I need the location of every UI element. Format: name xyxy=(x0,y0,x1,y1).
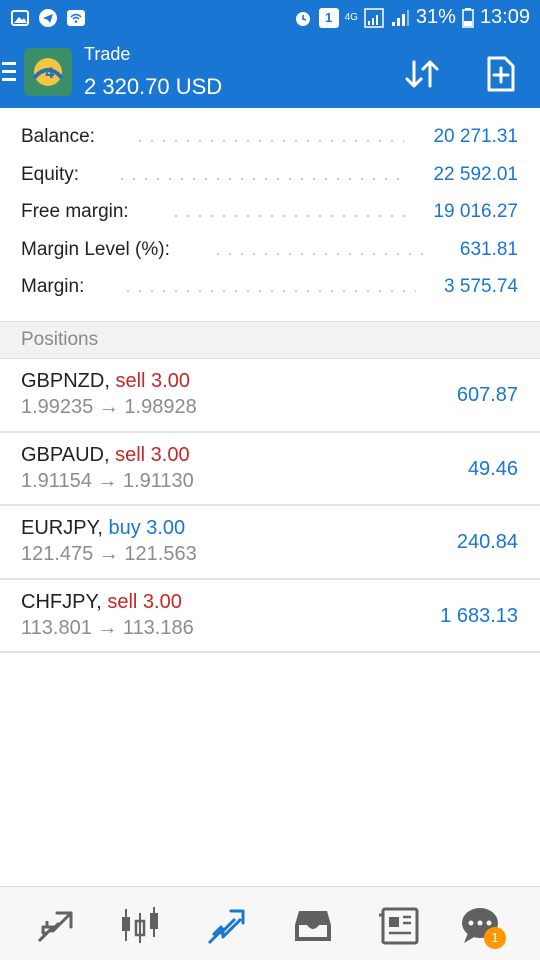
margin-label: Margin: xyxy=(21,276,85,297)
balance-value: 20 271.31 xyxy=(433,126,518,147)
clock: 13:09 xyxy=(479,6,530,28)
position-type: sell 3.00 xyxy=(115,370,190,392)
position-type: sell 3.00 xyxy=(107,590,182,613)
telegram-icon xyxy=(39,9,57,27)
summary-row-margin: Margin: 3 575.74 xyxy=(0,270,540,308)
signal-bars-icon xyxy=(391,9,409,26)
position-row[interactable]: CHFJPY, sell 3.00 113.801 → 113.186 1 68… xyxy=(0,580,540,653)
position-type: buy 3.00 xyxy=(108,517,186,539)
position-symbol-line: EURJPY, buy 3.00 xyxy=(21,517,185,540)
new-order-icon[interactable] xyxy=(481,54,521,94)
bottom-navigation: 1 xyxy=(0,886,540,960)
history-icon[interactable] xyxy=(291,903,335,947)
position-row[interactable]: EURJPY, buy 3.00 121.475 → 121.563 240.8… xyxy=(0,506,540,580)
margin-value: 3 575.74 xyxy=(444,276,518,297)
position-symbol: GBPNZD, xyxy=(21,370,110,392)
positions-list: GBPNZD, sell 3.00 1.99235 → 1.98928 607.… xyxy=(0,359,540,653)
position-prices: 1.91154 → 1.91130 xyxy=(21,469,194,492)
quotes-icon[interactable] xyxy=(33,903,77,947)
balance-label: Balance: xyxy=(21,126,95,147)
page-title: Trade xyxy=(84,44,131,64)
positions-section-header: Positions xyxy=(0,321,540,359)
position-symbol-line: CHFJPY, sell 3.00 xyxy=(21,591,182,614)
chart-icon[interactable] xyxy=(118,903,162,947)
position-type: sell 3.00 xyxy=(115,443,190,466)
app-header: 4 Trade 2 320.70 USD xyxy=(0,36,540,108)
signal-icon xyxy=(364,7,384,28)
alarm-icon xyxy=(295,11,310,26)
notification-icon: 1 xyxy=(318,7,339,28)
status-bar: 1 4G 31% 13:09 xyxy=(0,0,540,36)
account-summary: Balance: 20 271.31 Equity: 22 592.01 Fre… xyxy=(0,120,540,308)
news-icon[interactable] xyxy=(377,903,421,947)
wifi-icon xyxy=(67,10,85,26)
summary-row-free-margin: Free margin: 19 016.27 xyxy=(0,195,540,233)
positions-heading: Positions xyxy=(21,329,99,350)
margin-level-value: 631.81 xyxy=(459,238,518,260)
position-prices: 121.475 → 121.563 xyxy=(21,543,197,565)
position-profit: 607.87 xyxy=(456,384,518,406)
dotted-leader xyxy=(212,252,432,255)
position-profit: 49.46 xyxy=(467,457,518,480)
free-margin-label: Free margin: xyxy=(21,201,129,222)
summary-row-margin-level: Margin Level (%): 631.81 xyxy=(0,233,540,271)
free-margin-value: 19 016.27 xyxy=(433,201,518,222)
dotted-leader xyxy=(170,215,406,217)
battery-icon xyxy=(462,7,474,28)
position-symbol: CHFJPY, xyxy=(21,590,102,613)
summary-row-equity: Equity: 22 592.01 xyxy=(0,158,540,196)
position-profit: 1 683.13 xyxy=(440,604,518,627)
dotted-leader xyxy=(116,177,406,180)
menu-icon[interactable] xyxy=(2,62,16,82)
trade-icon[interactable] xyxy=(205,903,249,947)
position-profit: 240.84 xyxy=(456,531,518,553)
account-profit: 2 320.70 USD xyxy=(84,74,223,99)
position-prices: 1.99235 → 1.98928 xyxy=(21,396,197,418)
position-prices: 113.801 → 113.186 xyxy=(21,616,194,639)
equity-label: Equity: xyxy=(21,163,80,185)
margin-level-label: Margin Level (%): xyxy=(21,238,170,260)
position-symbol: GBPAUD, xyxy=(21,443,110,466)
svg-text:4: 4 xyxy=(45,66,55,82)
metatrader-logo: 4 xyxy=(24,48,72,96)
dotted-leader xyxy=(122,290,416,292)
position-row[interactable]: GBPNZD, sell 3.00 1.99235 → 1.98928 607.… xyxy=(0,359,540,433)
position-symbol-line: GBPAUD, sell 3.00 xyxy=(21,444,190,467)
network-type: 4G xyxy=(344,11,358,23)
dotted-leader xyxy=(134,140,404,142)
equity-value: 22 592.01 xyxy=(433,163,518,185)
unread-badge: 1 xyxy=(484,927,506,949)
summary-row-balance: Balance: 20 271.31 xyxy=(0,120,540,158)
position-symbol: EURJPY, xyxy=(21,517,103,539)
gallery-icon xyxy=(11,10,29,26)
position-row[interactable]: GBPAUD, sell 3.00 1.91154 → 1.91130 49.4… xyxy=(0,433,540,506)
sort-icon[interactable] xyxy=(402,54,442,94)
messages-button[interactable]: 1 xyxy=(458,903,506,949)
position-symbol-line: GBPNZD, sell 3.00 xyxy=(21,370,190,393)
battery-percent: 31% xyxy=(415,6,456,28)
